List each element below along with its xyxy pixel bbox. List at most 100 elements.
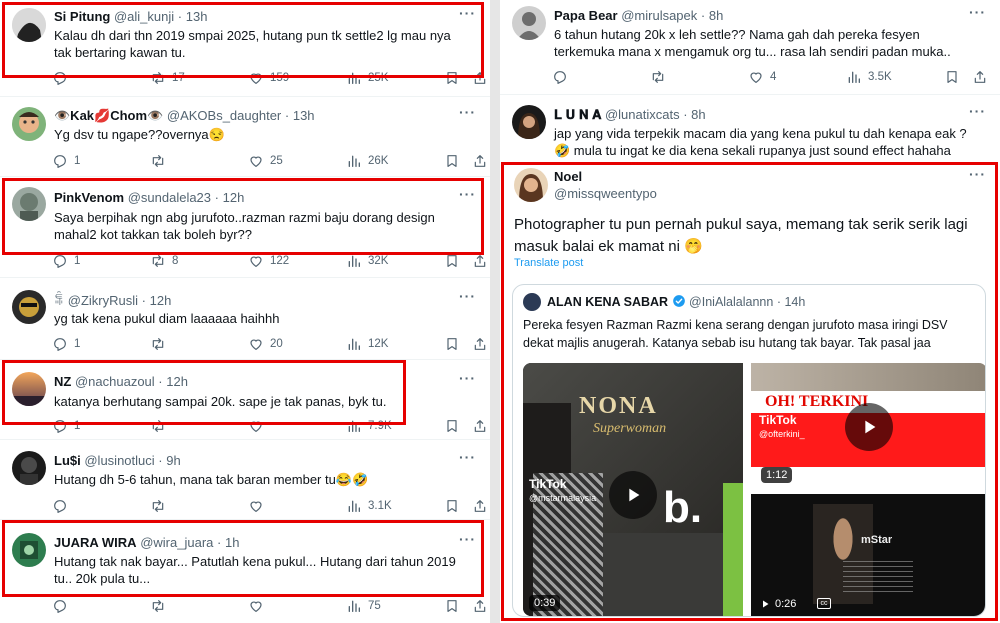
views-button[interactable]: 75: [346, 598, 381, 614]
timestamp[interactable]: 13h: [293, 108, 315, 123]
avatar[interactable]: [514, 168, 548, 202]
author-handle[interactable]: @missqweentypo: [554, 186, 657, 201]
share-button[interactable]: [472, 418, 488, 434]
reply-button[interactable]: 1: [52, 253, 80, 269]
more-options-icon[interactable]: ···: [459, 449, 476, 465]
share-button[interactable]: [472, 70, 488, 86]
share-button[interactable]: [972, 69, 988, 85]
video-thumbnail[interactable]: mStar 0:26 cc: [751, 494, 985, 616]
avatar[interactable]: [12, 290, 46, 324]
repost-button[interactable]: [150, 598, 172, 614]
reply-button[interactable]: 1: [52, 153, 80, 169]
like-button[interactable]: 20: [248, 336, 283, 352]
avatar[interactable]: [512, 105, 546, 139]
play-button[interactable]: [609, 471, 657, 519]
views-button[interactable]: 32K: [346, 253, 388, 269]
timestamp[interactable]: 12h: [223, 190, 245, 205]
repost-button[interactable]: 8: [150, 253, 178, 269]
timestamp[interactable]: 8h: [691, 107, 705, 122]
like-button[interactable]: 25: [248, 153, 283, 169]
author-name[interactable]: NZ: [54, 374, 71, 389]
views-button[interactable]: 12K: [346, 336, 388, 352]
reply-tweet[interactable]: JUARA WIRA @wira_juara · 1h ··· Hutang t…: [0, 520, 490, 623]
reply-tweet[interactable]: Papa Bear @mirulsapek · 8h ··· 6 tahun h…: [500, 0, 1000, 95]
more-options-icon[interactable]: ···: [459, 186, 476, 202]
reply-tweet[interactable]: 𝐋 𝐔 𝐍 𝐀 @lunatixcats · 8h ··· jap yang v…: [500, 95, 1000, 162]
more-options-icon[interactable]: ···: [459, 531, 476, 547]
author-handle[interactable]: @lusinotluci: [84, 453, 154, 468]
bookmark-button[interactable]: [444, 253, 460, 269]
bookmark-button[interactable]: [444, 418, 460, 434]
author-handle[interactable]: @ali_kunji: [114, 9, 174, 24]
reply-tweet[interactable]: ꁃ @ZikryRusli · 12h ··· yg tak kena puku…: [0, 278, 490, 360]
reply-button[interactable]: [552, 69, 574, 85]
like-button[interactable]: 159: [248, 70, 289, 86]
timestamp[interactable]: 13h: [186, 9, 208, 24]
like-button[interactable]: [248, 498, 270, 514]
author-handle[interactable]: @nachuazoul: [75, 374, 155, 389]
play-icon[interactable]: [759, 598, 771, 610]
author-name[interactable]: Papa Bear: [554, 8, 618, 23]
views-button[interactable]: 26K: [346, 153, 388, 169]
avatar[interactable]: [523, 293, 541, 311]
bookmark-button[interactable]: [444, 336, 460, 352]
like-button[interactable]: 122: [248, 253, 289, 269]
reply-tweet[interactable]: 👁️Kak💋Chom👁️ @AKOBs_daughter · 13h ··· Y…: [0, 97, 490, 177]
timestamp[interactable]: 1h: [225, 535, 239, 550]
more-options-icon[interactable]: ···: [969, 166, 986, 182]
author-name[interactable]: Lu$i: [54, 453, 81, 468]
views-button[interactable]: 3.1K: [346, 498, 392, 514]
timestamp[interactable]: 9h: [166, 453, 180, 468]
reply-button[interactable]: [52, 598, 74, 614]
author-name[interactable]: 👁️Kak💋Chom👁️: [54, 108, 163, 123]
timestamp[interactable]: 12h: [166, 374, 188, 389]
share-button[interactable]: [472, 253, 488, 269]
video-thumbnail[interactable]: NONA Superwoman b. TikTok @mstarmalaysia…: [523, 363, 743, 616]
bookmark-button[interactable]: [444, 153, 460, 169]
views-button[interactable]: 7.9K: [346, 418, 392, 434]
reply-tweet[interactable]: PinkVenom @sundalela23 · 12h ··· Saya be…: [0, 177, 490, 278]
repost-button[interactable]: [150, 498, 172, 514]
bookmark-button[interactable]: [444, 70, 460, 86]
like-button[interactable]: [248, 418, 270, 434]
repost-button[interactable]: [150, 418, 172, 434]
timestamp[interactable]: 8h: [709, 8, 723, 23]
reply-button[interactable]: [52, 498, 74, 514]
avatar[interactable]: [12, 187, 46, 221]
like-button[interactable]: 4: [748, 69, 776, 85]
author-handle[interactable]: @AKOBs_daughter: [167, 108, 281, 123]
repost-button[interactable]: 17: [150, 70, 185, 86]
author-name[interactable]: JUARA WIRA: [54, 535, 137, 550]
quoted-author-name[interactable]: ALAN KENA SABAR: [547, 295, 668, 309]
bookmark-button[interactable]: [944, 69, 960, 85]
quoted-author-handle[interactable]: @IniAlalalannn: [689, 295, 773, 309]
bookmark-button[interactable]: [444, 498, 460, 514]
bookmark-button[interactable]: [444, 598, 460, 614]
more-options-icon[interactable]: ···: [459, 5, 476, 21]
author-name[interactable]: PinkVenom: [54, 190, 124, 205]
more-options-icon[interactable]: ···: [459, 288, 476, 304]
share-button[interactable]: [472, 498, 488, 514]
more-options-icon[interactable]: ···: [969, 4, 986, 20]
avatar[interactable]: [12, 533, 46, 567]
share-button[interactable]: [472, 336, 488, 352]
reply-button[interactable]: 1: [52, 418, 80, 434]
author-handle[interactable]: ꁃ @ZikryRusli: [54, 293, 138, 308]
like-button[interactable]: [248, 598, 270, 614]
quoted-post[interactable]: ALAN KENA SABAR @IniAlalalannn · 14h Per…: [512, 284, 986, 617]
avatar[interactable]: [12, 451, 46, 485]
repost-button[interactable]: [650, 69, 672, 85]
captions-icon[interactable]: cc: [817, 598, 831, 609]
author-handle[interactable]: @lunatixcats: [605, 107, 680, 122]
avatar[interactable]: [512, 6, 546, 40]
author-handle[interactable]: @wira_juara: [140, 535, 213, 550]
more-options-icon[interactable]: ···: [969, 103, 986, 119]
quoted-timestamp[interactable]: 14h: [784, 295, 805, 309]
more-options-icon[interactable]: ···: [459, 370, 476, 386]
repost-button[interactable]: [150, 153, 172, 169]
reply-tweet[interactable]: Lu$i @lusinotluci · 9h ··· Hutang dh 5-6…: [0, 440, 490, 520]
timestamp[interactable]: 12h: [150, 293, 172, 308]
reply-button[interactable]: 1: [52, 336, 80, 352]
author-handle[interactable]: @mirulsapek: [621, 8, 697, 23]
author-name[interactable]: Si Pitung: [54, 9, 110, 24]
